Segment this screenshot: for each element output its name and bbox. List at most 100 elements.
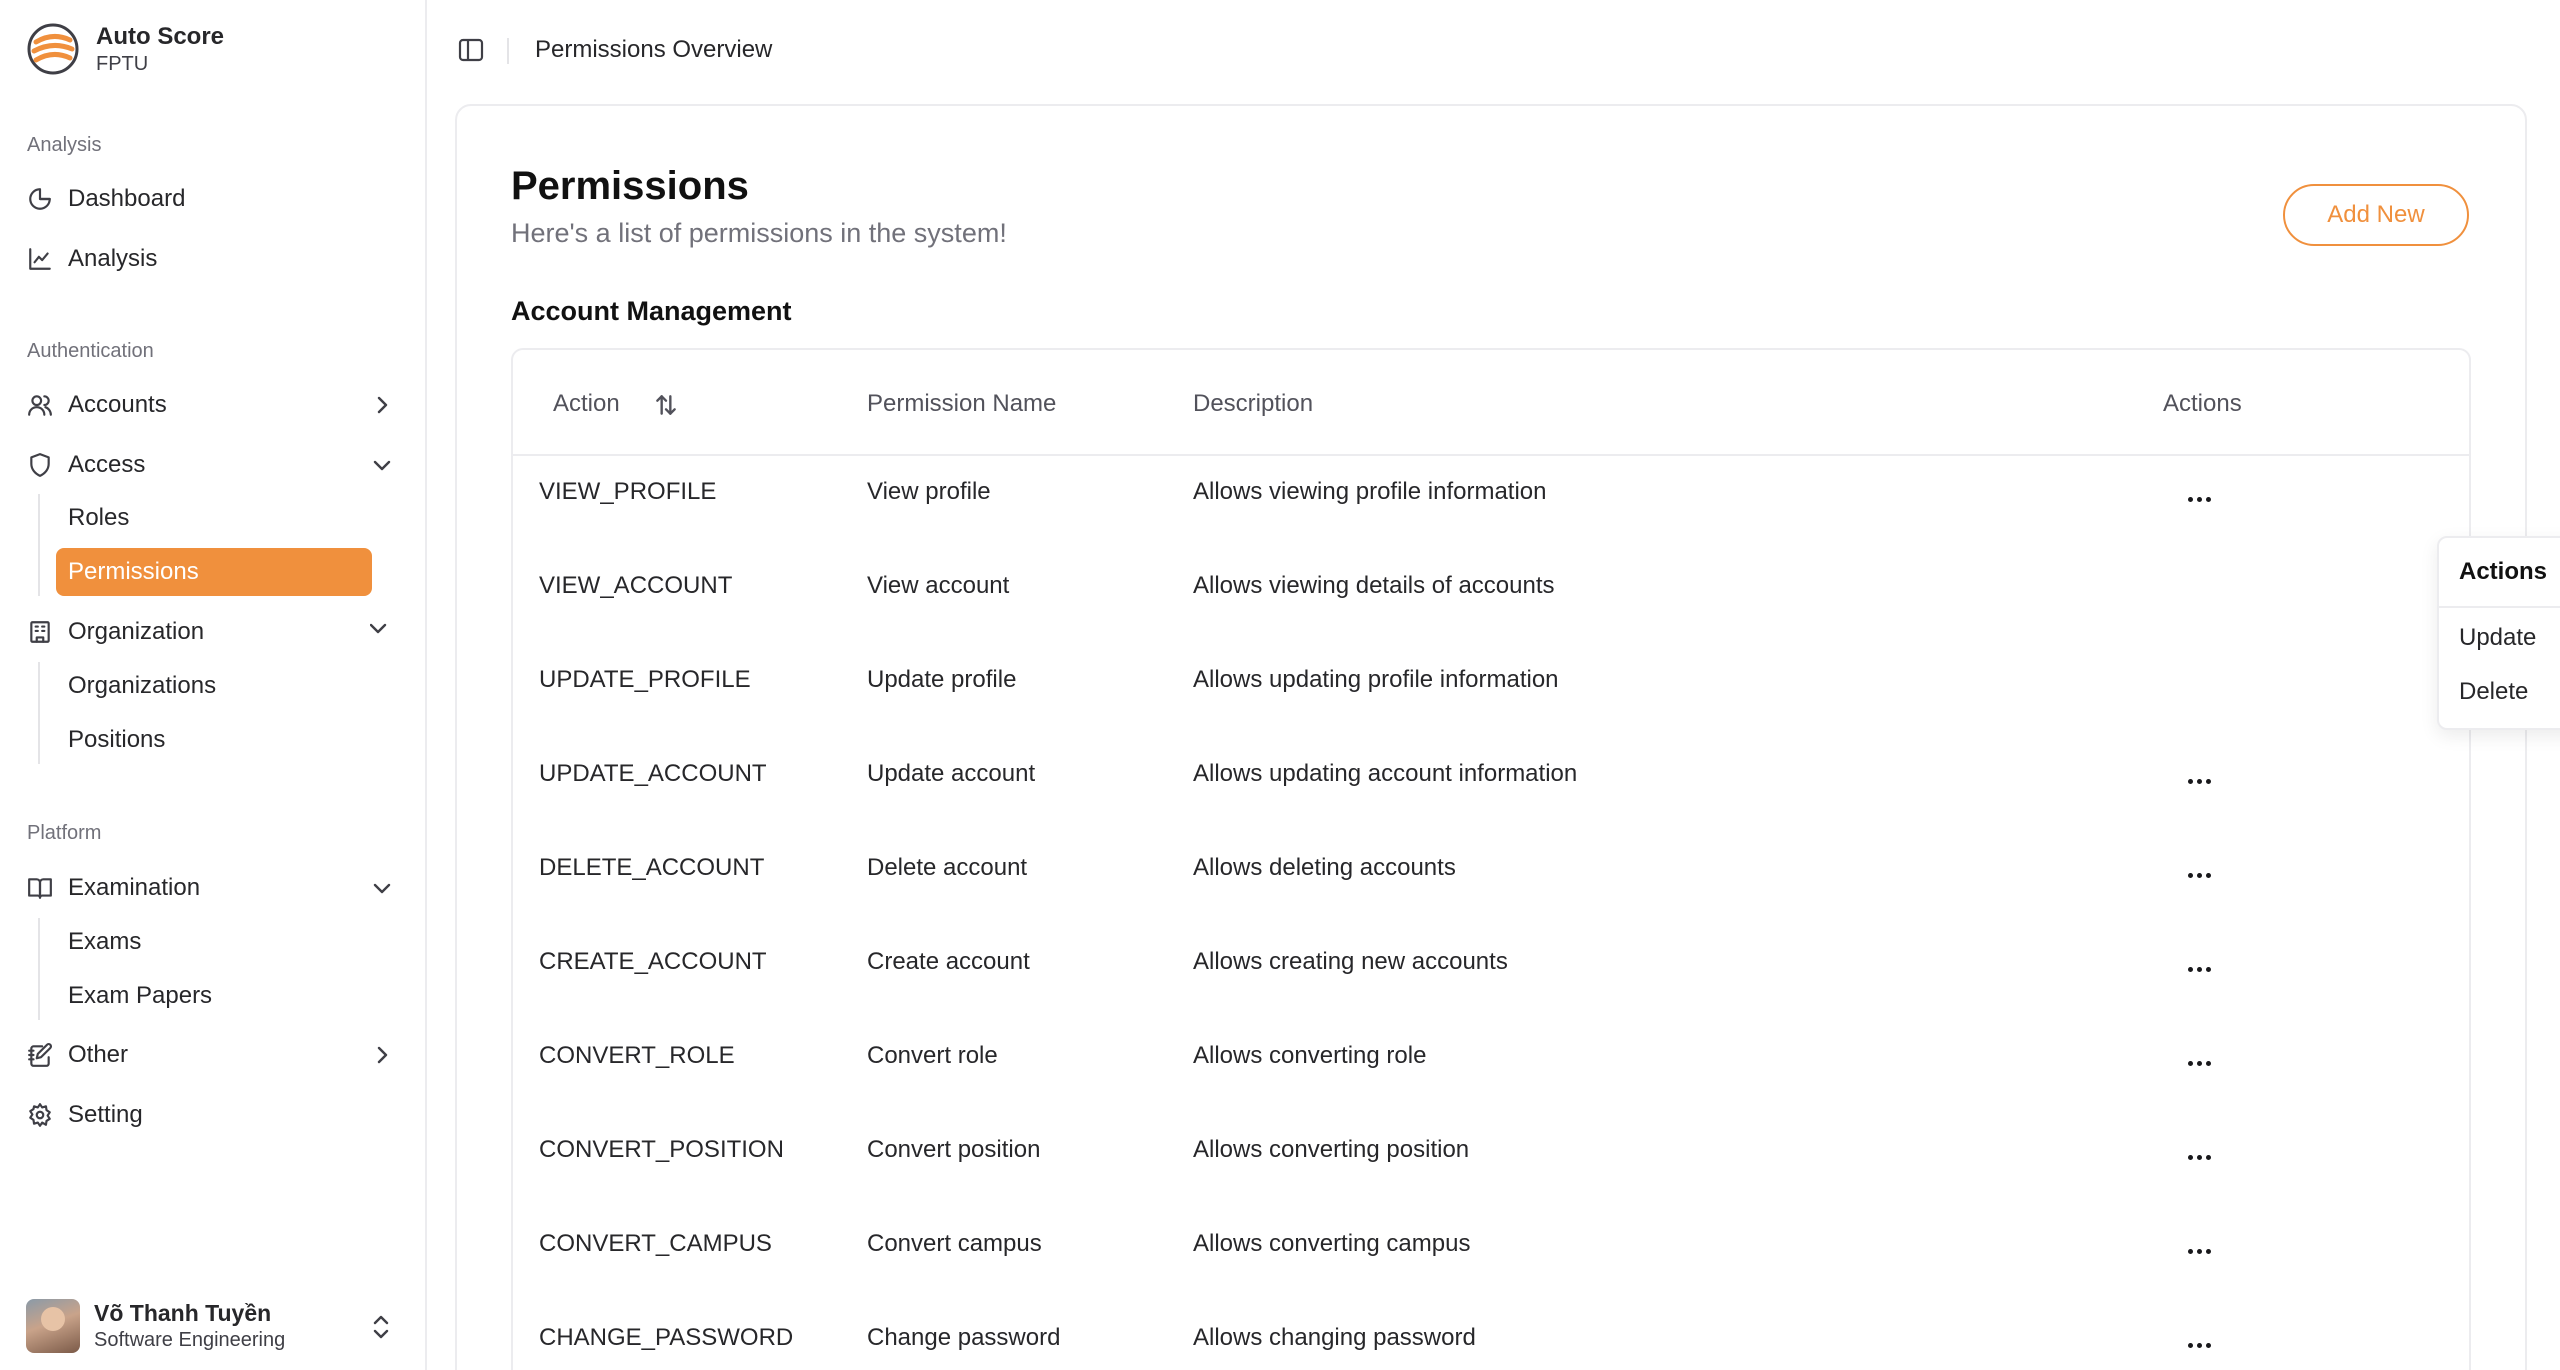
- ellipsis-dot-icon: [2187, 1342, 2193, 1348]
- cell-permission-name: Update profile: [867, 666, 1017, 693]
- brand-title: Auto Score: [96, 23, 225, 50]
- sidebar-item-label: Dashboard: [68, 185, 186, 212]
- cell-action: CONVERT_ROLE: [539, 1042, 735, 1069]
- gear-icon: [26, 1101, 54, 1129]
- ellipsis-dot-icon: [2196, 1154, 2202, 1160]
- cell-description: Allows updating account information: [1193, 760, 1578, 787]
- ellipsis-dot-icon: [2187, 496, 2193, 502]
- ellipsis-dot-icon: [2205, 1060, 2211, 1066]
- sidebar-item-label: Other: [68, 1041, 129, 1068]
- section-label-authentication: Authentication: [27, 340, 154, 362]
- sidebar-item-positions[interactable]: Positions: [56, 716, 372, 764]
- page-subtitle: Here's a list of permissions in the syst…: [511, 218, 1007, 248]
- breadcrumb: Permissions Overview: [535, 36, 773, 63]
- cell-description: Allows creating new accounts: [1193, 948, 1508, 975]
- ellipsis-dot-icon: [2196, 1060, 2202, 1066]
- sidebar: Auto Score FPTU Analysis Dashboard Analy…: [0, 0, 427, 1370]
- sidebar-item-label: Examination: [68, 874, 201, 901]
- cell-action: VIEW_ACCOUNT: [539, 572, 733, 599]
- sidebar-item-examination[interactable]: Examination: [26, 863, 402, 913]
- user-menu[interactable]: Võ Thanh Tuyền Software Engineering: [26, 1296, 402, 1356]
- divider: [507, 38, 509, 64]
- sidebar-item-other[interactable]: Other: [26, 1030, 402, 1080]
- more-actions-button[interactable]: [2179, 1048, 2219, 1078]
- sort-icon[interactable]: [653, 392, 679, 418]
- cell-permission-name: Update account: [867, 760, 1036, 787]
- ellipsis-dot-icon: [2196, 496, 2202, 502]
- menu-label: Actions: [2459, 558, 2548, 585]
- main-content: Permissions Overview Permissions Here's …: [427, 0, 2560, 1370]
- brand-subtitle: FPTU: [96, 53, 149, 75]
- cell-description: Allows changing password: [1193, 1324, 1476, 1351]
- more-actions-button[interactable]: [2179, 1142, 2219, 1172]
- table-row: DELETE_ACCOUNT Delete account Allows delet…: [513, 832, 2469, 926]
- ellipsis-dot-icon: [2187, 778, 2193, 784]
- section-label-platform: Platform: [27, 822, 102, 844]
- table-row: UPDATE_PROFILE Update profile Allows updat…: [513, 644, 2469, 738]
- brand[interactable]: Auto Score FPTU: [26, 22, 224, 76]
- cell-permission-name: Delete account: [867, 854, 1028, 881]
- cell-description: Allows converting role: [1193, 1042, 1427, 1069]
- sidebar-item-label: Organization: [68, 618, 205, 645]
- sidebar-item-roles[interactable]: Roles: [56, 494, 372, 542]
- table-row: CHANGE_PASSWORD Change password Allows cha…: [513, 1302, 2469, 1370]
- user-name: Võ Thanh Tuyền: [94, 1300, 272, 1326]
- line-chart-icon: [26, 245, 54, 273]
- cell-permission-name: Convert role: [867, 1042, 998, 1069]
- sidebar-item-organization[interactable]: Organization: [26, 607, 402, 657]
- sidebar-item-setting[interactable]: Setting: [26, 1090, 402, 1140]
- table-row: UPDATE_ACCOUNT Update account Allows updat…: [513, 738, 2469, 832]
- ellipsis-dot-icon: [2196, 966, 2202, 972]
- column-header-action[interactable]: Action: [553, 390, 620, 418]
- section-label-analysis: Analysis: [27, 134, 102, 156]
- cell-description: Allows viewing profile information: [1193, 478, 1547, 505]
- submenu-line: [38, 494, 40, 596]
- cell-description: Allows updating profile information: [1193, 666, 1559, 693]
- table-row: CONVERT_ROLE Convert role Allows convertin…: [513, 1020, 2469, 1114]
- sidebar-item-permissions[interactable]: Permissions: [56, 548, 372, 596]
- sidebar-item-dashboard[interactable]: Dashboard: [26, 174, 402, 224]
- more-actions-button[interactable]: [2179, 1236, 2219, 1266]
- chevron-down-icon: [369, 620, 394, 644]
- sidebar-item-label: Access: [68, 451, 146, 478]
- cell-action: CREATE_ACCOUNT: [539, 948, 767, 975]
- more-actions-button[interactable]: [2179, 1330, 2219, 1360]
- more-actions-button[interactable]: [2179, 766, 2219, 796]
- sidebar-item-label: Accounts: [68, 391, 167, 418]
- chevron-down-icon: [370, 876, 394, 900]
- ellipsis-dot-icon: [2205, 966, 2211, 972]
- cell-description: Allows viewing details of accounts: [1193, 572, 1555, 599]
- table-row: CONVERT_POSITION Convert position Allows c…: [513, 1114, 2469, 1208]
- building-icon: [26, 618, 54, 646]
- sidebar-item-exam-papers[interactable]: Exam Papers: [56, 972, 372, 1020]
- cell-description: Allows converting position: [1193, 1136, 1470, 1163]
- more-actions-button[interactable]: [2179, 860, 2219, 890]
- table-row: CONVERT_CAMPUS Convert campus Allows conve…: [513, 1208, 2469, 1302]
- ellipsis-dot-icon: [2196, 1248, 2202, 1254]
- notebook-pen-icon: [26, 1041, 54, 1069]
- sidebar-item-accounts[interactable]: Accounts: [26, 380, 402, 430]
- sidebar-item-access[interactable]: Access: [26, 440, 402, 490]
- permissions-card: Permissions Here's a list of permissions…: [455, 104, 2527, 1370]
- sidebar-toggle-icon[interactable]: [457, 36, 487, 66]
- ellipsis-dot-icon: [2196, 872, 2202, 878]
- more-actions-button[interactable]: [2179, 954, 2219, 984]
- cell-action: CONVERT_CAMPUS: [539, 1230, 772, 1257]
- cell-action: CONVERT_POSITION: [539, 1136, 784, 1163]
- sidebar-item-organizations[interactable]: Organizations: [56, 662, 372, 710]
- more-actions-button[interactable]: [2179, 484, 2219, 514]
- table-row: CREATE_ACCOUNT Create account Allows creat…: [513, 926, 2469, 1020]
- ellipsis-dot-icon: [2205, 496, 2211, 502]
- cell-action: UPDATE_ACCOUNT: [539, 760, 767, 787]
- sidebar-item-exams[interactable]: Exams: [56, 918, 372, 966]
- add-new-button[interactable]: Add New: [2283, 184, 2469, 246]
- menu-item-delete[interactable]: Delete: [2459, 678, 2528, 706]
- sidebar-item-analysis[interactable]: Analysis: [26, 234, 402, 284]
- sidebar-item-label: Setting: [68, 1101, 143, 1128]
- ellipsis-dot-icon: [2205, 778, 2211, 784]
- cell-permission-name: View profile: [867, 478, 991, 505]
- menu-item-update[interactable]: Update: [2459, 624, 2536, 652]
- ellipsis-dot-icon: [2205, 1154, 2211, 1160]
- ellipsis-dot-icon: [2187, 1248, 2193, 1254]
- book-open-icon: [26, 874, 54, 902]
